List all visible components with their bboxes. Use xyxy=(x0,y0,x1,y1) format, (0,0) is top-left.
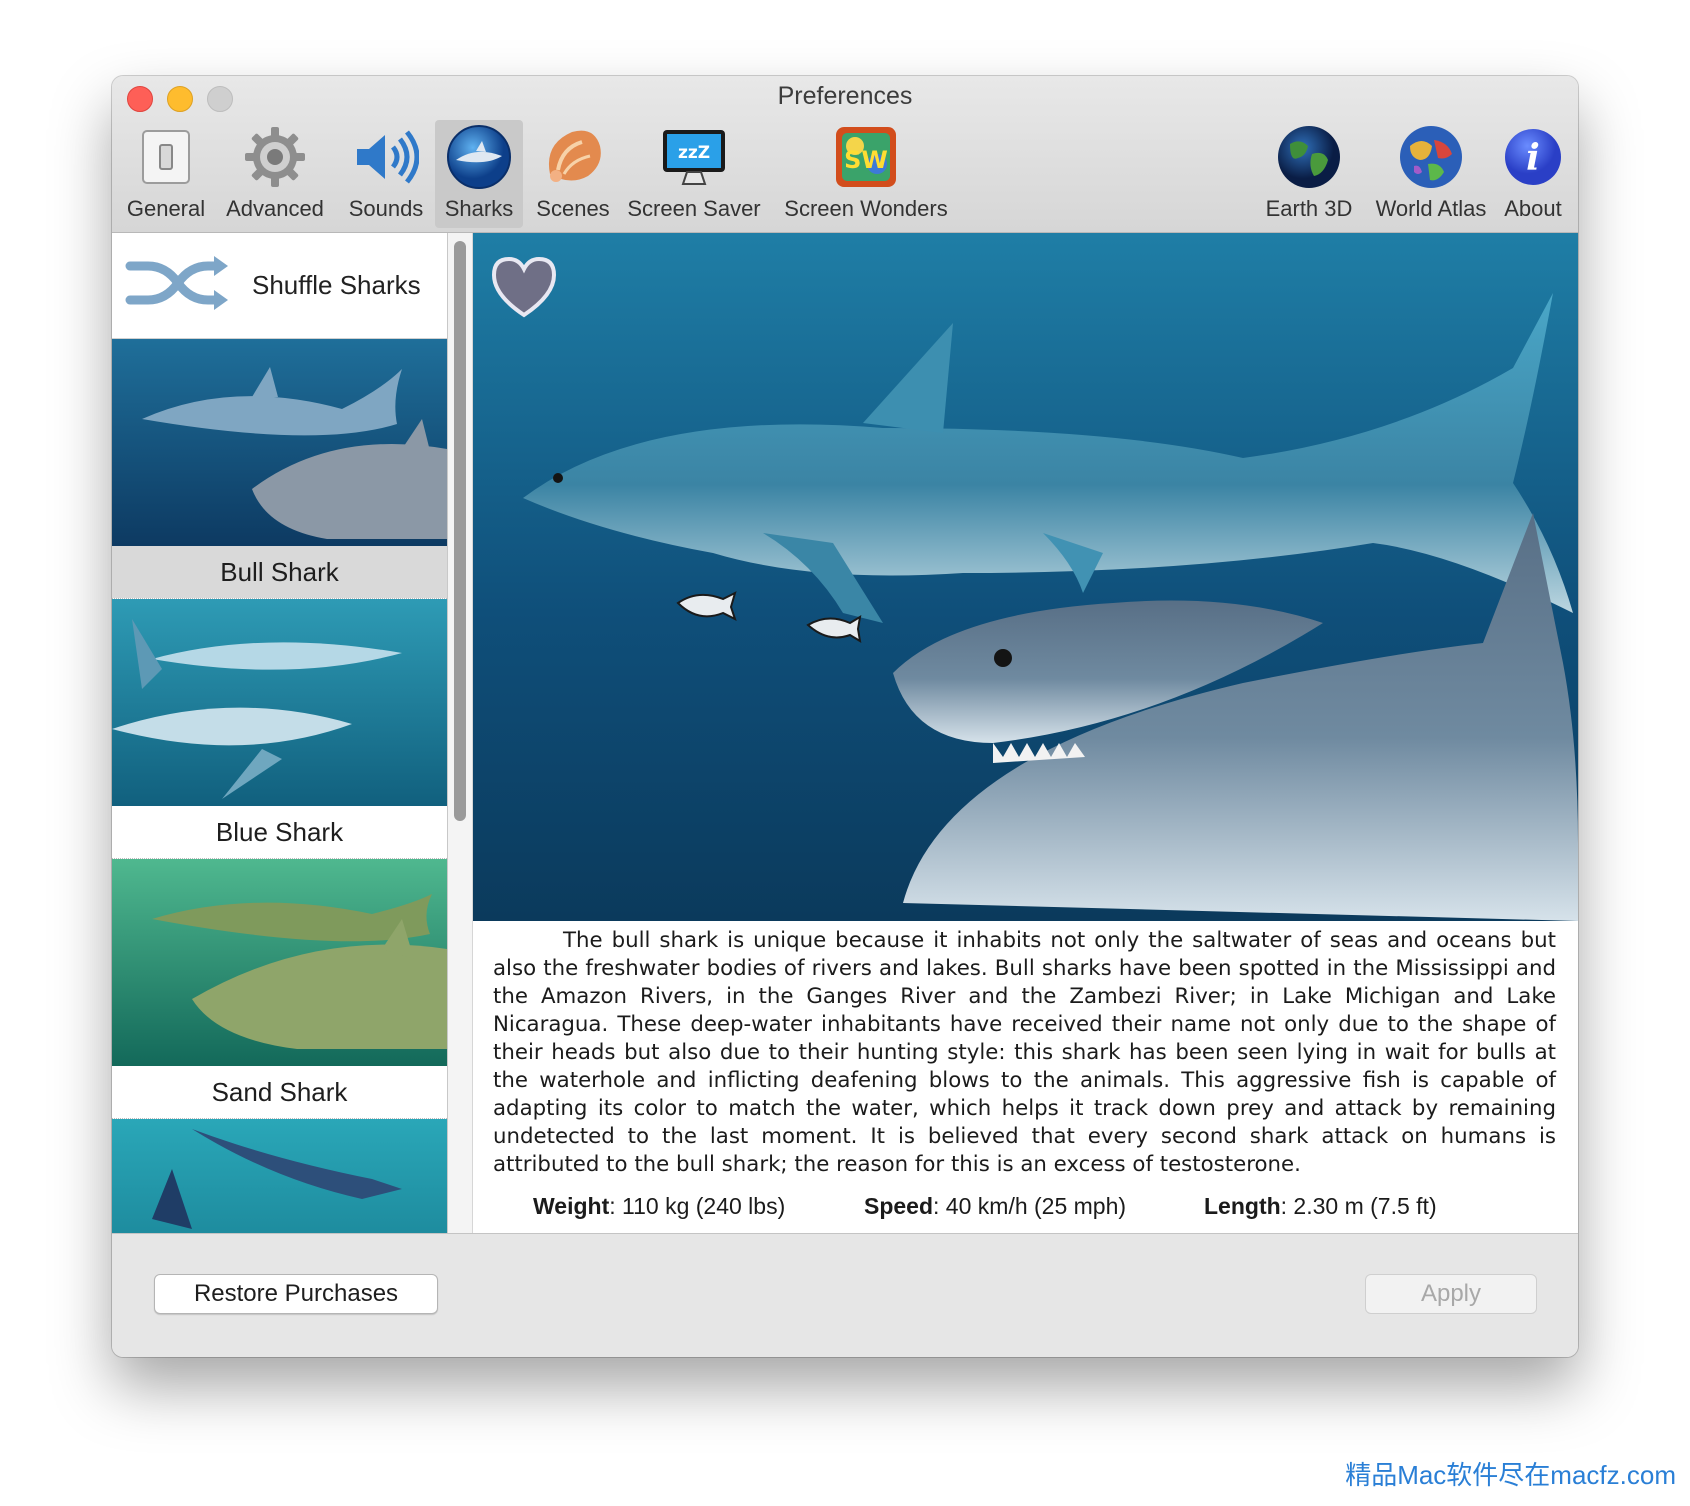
shuffle-sharks-item[interactable]: Shuffle Sharks xyxy=(112,233,447,339)
speaker-icon xyxy=(351,122,421,192)
list-item-bull-shark[interactable]: Bull Shark xyxy=(112,339,447,599)
tab-about[interactable]: i About xyxy=(1495,120,1571,228)
preferences-window: Preferences General Advanced Sounds Shar… xyxy=(112,76,1578,1357)
shuffle-icon xyxy=(124,254,232,317)
shark-stats: Weight: 110 kg (240 lbs) Speed: 40 km/h … xyxy=(473,1193,1578,1225)
sand-shark-thumbnail xyxy=(112,859,447,1066)
list-item-hammerhead[interactable] xyxy=(112,1119,447,1233)
favorite-heart-button[interactable] xyxy=(489,255,559,319)
shark-icon xyxy=(444,122,514,192)
svg-text:SW: SW xyxy=(844,146,888,174)
svg-text:i: i xyxy=(1526,137,1540,179)
list-item-sand-shark[interactable]: Sand Shark xyxy=(112,859,447,1119)
blue-shark-thumbnail xyxy=(112,599,447,806)
list-item-blue-shark[interactable]: Blue Shark xyxy=(112,599,447,859)
watermark: 精品Mac软件尽在macfz.com xyxy=(1345,1460,1676,1490)
atlas-globe-icon xyxy=(1396,122,1466,192)
screen-wonders-icon: SW xyxy=(831,122,901,192)
scrollbar-thumb[interactable] xyxy=(454,241,466,821)
gear-icon xyxy=(240,122,310,192)
tab-screen-saver[interactable]: zzZ Screen Saver xyxy=(624,120,764,228)
tab-sounds[interactable]: Sounds xyxy=(338,120,434,228)
bottom-bar: Restore Purchases Apply xyxy=(112,1233,1578,1357)
tab-screen-wonders[interactable]: SW Screen Wonders xyxy=(778,120,954,228)
hammerhead-thumbnail xyxy=(112,1119,447,1233)
stat-speed: Speed: 40 km/h (25 mph) xyxy=(864,1193,1127,1219)
toolbar: Preferences General Advanced Sounds Shar… xyxy=(112,76,1578,233)
shuffle-label: Shuffle Sharks xyxy=(252,270,421,300)
window-title: Preferences xyxy=(777,82,913,110)
shark-list: Shuffle Sharks Bull Shark Blue Shark San… xyxy=(112,233,448,1233)
stat-length: Length: 2.30 m (7.5 ft) xyxy=(1204,1193,1437,1219)
tab-earth-3d[interactable]: Earth 3D xyxy=(1250,120,1368,228)
sidebar-scrollbar[interactable] xyxy=(448,233,473,1233)
stat-weight: Weight: 110 kg (240 lbs) xyxy=(533,1193,786,1219)
general-icon xyxy=(131,122,201,192)
seashell-icon xyxy=(538,122,608,192)
apply-button[interactable]: Apply xyxy=(1365,1274,1537,1314)
tab-sharks[interactable]: Sharks xyxy=(435,120,523,228)
svg-text:zzZ: zzZ xyxy=(678,143,710,163)
bull-shark-image xyxy=(473,233,1578,921)
bull-shark-thumbnail xyxy=(112,339,447,546)
info-icon: i xyxy=(1498,122,1568,192)
tab-scenes[interactable]: Scenes xyxy=(528,120,618,228)
tab-world-atlas[interactable]: World Atlas xyxy=(1368,120,1494,228)
tab-general[interactable]: General xyxy=(120,120,212,228)
shark-description: The bull shark is unique because it inha… xyxy=(493,928,1556,1177)
restore-purchases-button[interactable]: Restore Purchases xyxy=(154,1274,438,1314)
screen-saver-icon: zzZ xyxy=(659,122,729,192)
shark-detail-panel: The bull shark is unique because it inha… xyxy=(473,233,1578,1233)
tab-advanced[interactable]: Advanced xyxy=(220,120,330,228)
globe-icon xyxy=(1274,122,1344,192)
